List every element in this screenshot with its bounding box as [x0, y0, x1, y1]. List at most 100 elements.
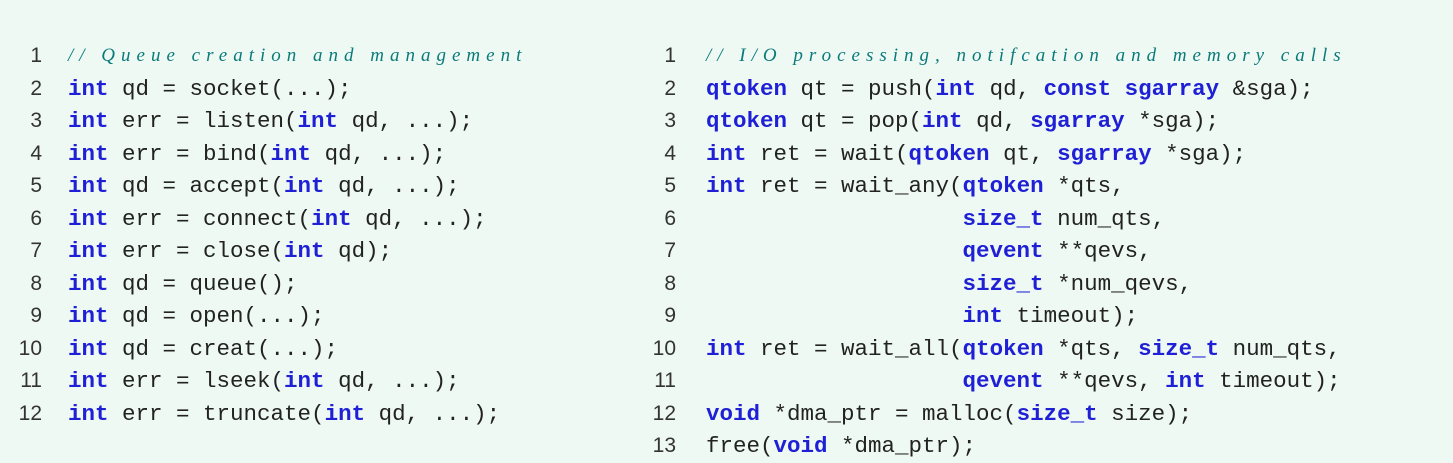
code-token: *sga);: [1151, 140, 1247, 167]
keyword-token: int: [284, 173, 325, 199]
code-token: err = bind(: [108, 140, 271, 167]
left-line-6: 6 int err = connect(int qd, ...);: [14, 203, 527, 236]
keyword-token: int: [706, 335, 747, 362]
code-token: ret = wait(: [746, 140, 909, 167]
right-line-7: 7 qevent **qevs,: [652, 235, 1347, 268]
code-token: qd, ...);: [338, 108, 474, 134]
comment-token: // Queue creation and management: [68, 45, 528, 66]
line-number: 2: [30, 76, 42, 100]
keyword-token: int: [68, 140, 109, 167]
keyword-token: int: [284, 368, 325, 394]
line-number: 8: [30, 271, 42, 295]
keyword-token: int: [297, 108, 339, 134]
keyword-token: size_t: [962, 205, 1044, 232]
code-token: qd = open(...);: [108, 303, 325, 329]
code-token: err = listen(: [108, 108, 298, 134]
code-token: free(: [706, 433, 774, 459]
left-line-8: 8 int qd = queue();: [14, 268, 527, 301]
line-number: 11: [654, 369, 676, 392]
keyword-token: size_t: [1138, 335, 1220, 362]
right-line-3: 3 qtoken qt = pop(int qd, sgarray *sga);: [652, 105, 1347, 138]
code-token: **qevs,: [1043, 368, 1166, 394]
left-line-7: 7 int err = close(int qd);: [14, 235, 527, 268]
code-token: *qts,: [1043, 173, 1125, 199]
code-token: err = truncate(: [108, 400, 325, 427]
code-token: *num_qevs,: [1043, 270, 1193, 297]
left-line-12: 12 int err = truncate(int qd, ...);: [14, 398, 527, 431]
keyword-token: void: [706, 400, 761, 427]
right-line-8: 8 size_t *num_qevs,: [652, 268, 1347, 301]
code-token: qt,: [989, 140, 1058, 167]
left-line-10: 10 int qd = creat(...);: [14, 333, 527, 366]
comment-token: // I/O processing, notifcation and memor…: [706, 45, 1347, 66]
line-number: 12: [652, 401, 676, 425]
line-number: 2: [664, 76, 676, 100]
right-line-6: 6 size_t num_qts,: [652, 203, 1347, 236]
code-token: timeout);: [1003, 303, 1139, 329]
keyword-token: qevent: [962, 368, 1044, 394]
keyword-token: int: [68, 173, 109, 199]
right-line-12: 12 void *dma_ptr = malloc(size_t size);: [652, 398, 1347, 431]
keyword-token: qtoken: [908, 140, 990, 167]
code-token: *dma_ptr = malloc(: [760, 400, 1017, 427]
keyword-token: int: [68, 400, 109, 427]
line-number: 3: [30, 109, 42, 132]
line-number: 13: [652, 434, 676, 457]
left-line-9: 9 int qd = open(...);: [14, 300, 527, 333]
keyword-token: sgarray: [1057, 140, 1152, 167]
left-line-5: 5 int qd = accept(int qd, ...);: [14, 170, 527, 203]
keyword-token: qevent: [962, 238, 1044, 264]
code-token: qd = socket(...);: [108, 75, 352, 102]
code-token: qd,: [962, 108, 1031, 134]
keyword-token: qtoken: [706, 75, 788, 102]
line-number: 12: [18, 401, 42, 425]
left-line-3: 3 int err = listen(int qd, ...);: [14, 105, 527, 138]
line-number: 4: [30, 141, 42, 165]
left-code-listing: 1 // Queue creation and management 2 int qd…: [14, 40, 527, 430]
left-line-4: 4 int err = bind(int qd, ...);: [14, 138, 527, 171]
keyword-token: qtoken: [962, 173, 1044, 199]
code-token: qt = push(: [787, 75, 936, 102]
line-number: 5: [30, 174, 42, 197]
line-number: 5: [664, 174, 676, 197]
code-token: *dma_ptr);: [827, 433, 977, 459]
keyword-token: int: [68, 368, 109, 394]
code-token: qd, ...);: [365, 400, 501, 427]
keyword-token: size_t: [962, 270, 1044, 297]
line-number: 8: [664, 271, 676, 295]
code-token: size);: [1097, 400, 1193, 427]
code-token: qd = creat(...);: [108, 335, 339, 362]
code-token: *qts,: [1043, 335, 1139, 362]
keyword-token: int: [68, 75, 109, 102]
keyword-token: int: [706, 173, 747, 199]
keyword-token: int: [922, 108, 963, 134]
line-number: 3: [664, 109, 676, 132]
keyword-token: int: [324, 400, 366, 427]
keyword-token: int: [1165, 368, 1206, 394]
line-number: 9: [30, 304, 42, 327]
right-line-10: 10 int ret = wait_all(qtoken *qts, size_t…: [652, 333, 1347, 366]
keyword-token: qtoken: [962, 335, 1044, 362]
line-number: 6: [664, 206, 676, 230]
line-number: 1: [664, 44, 676, 67]
line-number: 11: [20, 369, 42, 392]
code-token: qt = pop(: [787, 108, 923, 134]
keyword-token: void: [773, 433, 828, 459]
right-line-2: 2 qtoken qt = push(int qd, const sgarray …: [652, 73, 1347, 106]
code-token: qd = queue();: [108, 270, 298, 297]
keyword-token: int: [68, 335, 109, 362]
code-token: num_qts,: [1219, 335, 1341, 362]
left-line-1: 1 // Queue creation and management: [14, 40, 527, 73]
code-token: err = lseek(: [108, 368, 285, 394]
keyword-token: int: [284, 238, 325, 264]
code-token: **qevs,: [1043, 238, 1152, 264]
code-token: ret = wait_all(: [746, 335, 963, 362]
line-number: 7: [664, 239, 676, 262]
code-token: ret = wait_any(: [746, 173, 963, 199]
right-line-4: 4 int ret = wait(qtoken qt, sgarray *sga)…: [652, 138, 1347, 171]
